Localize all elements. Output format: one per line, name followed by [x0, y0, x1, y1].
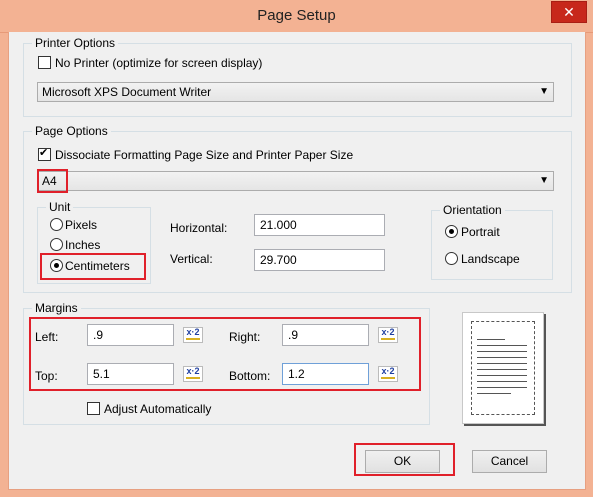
title-bar: Page Setup ✕	[0, 0, 593, 33]
orientation-legend: Orientation	[440, 203, 505, 217]
window-title: Page Setup	[257, 7, 336, 24]
preview-line	[477, 351, 527, 352]
preview-line	[477, 339, 505, 340]
printer-select-value: Microsoft XPS Document Writer	[42, 85, 212, 99]
printer-options-legend: Printer Options	[32, 36, 119, 50]
margins-legend: Margins	[32, 301, 81, 315]
page-options-legend: Page Options	[32, 124, 111, 138]
unit-label-inches[interactable]: Inches	[65, 238, 100, 252]
unit-legend: Unit	[46, 200, 74, 214]
unit-label-pixels[interactable]: Pixels	[65, 218, 97, 232]
preview-line	[477, 357, 527, 358]
preview-line	[477, 393, 511, 394]
paper-size-highlight	[37, 169, 68, 193]
preview-line	[477, 345, 527, 346]
ok-button-highlight	[354, 443, 455, 476]
printer-options-group: Printer Options	[23, 36, 572, 117]
vertical-input[interactable]: 29.700	[254, 249, 385, 271]
vertical-label: Vertical:	[170, 252, 213, 266]
paper-size-select[interactable]: A4 ▼	[37, 171, 554, 191]
close-button[interactable]: ✕	[551, 1, 587, 23]
orientation-radio-portrait[interactable]	[445, 225, 458, 238]
preview-line	[477, 381, 527, 382]
dissociate-label[interactable]: Dissociate Formatting Page Size and Prin…	[55, 148, 353, 162]
orientation-radio-landscape[interactable]	[445, 252, 458, 265]
preview-line	[477, 375, 527, 376]
no-printer-checkbox[interactable]	[38, 56, 51, 69]
adjust-automatically-label[interactable]: Adjust Automatically	[104, 402, 211, 416]
unit-radio-pixels[interactable]	[50, 218, 63, 231]
orientation-label-landscape[interactable]: Landscape	[461, 252, 520, 266]
printer-select[interactable]: Microsoft XPS Document Writer ▼	[37, 82, 554, 102]
orientation-group: Orientation	[431, 203, 553, 280]
adjust-automatically-checkbox[interactable]	[87, 402, 100, 415]
unit-radio-inches[interactable]	[50, 238, 63, 251]
unit-highlight	[40, 253, 146, 280]
page-preview	[462, 312, 544, 424]
page-preview-margins	[471, 321, 535, 415]
dissociate-checkbox[interactable]	[38, 146, 51, 161]
chevron-down-icon: ▼	[539, 86, 549, 97]
horizontal-label: Horizontal:	[170, 221, 228, 235]
preview-line	[477, 387, 527, 388]
orientation-label-portrait[interactable]: Portrait	[461, 225, 500, 239]
preview-line	[477, 369, 527, 370]
cancel-button[interactable]: Cancel	[472, 450, 547, 473]
horizontal-input[interactable]: 21.000	[254, 214, 385, 236]
preview-line	[477, 363, 527, 364]
chevron-down-icon: ▼	[539, 175, 549, 186]
margins-highlight	[29, 317, 421, 391]
no-printer-label[interactable]: No Printer (optimize for screen display)	[55, 56, 262, 70]
